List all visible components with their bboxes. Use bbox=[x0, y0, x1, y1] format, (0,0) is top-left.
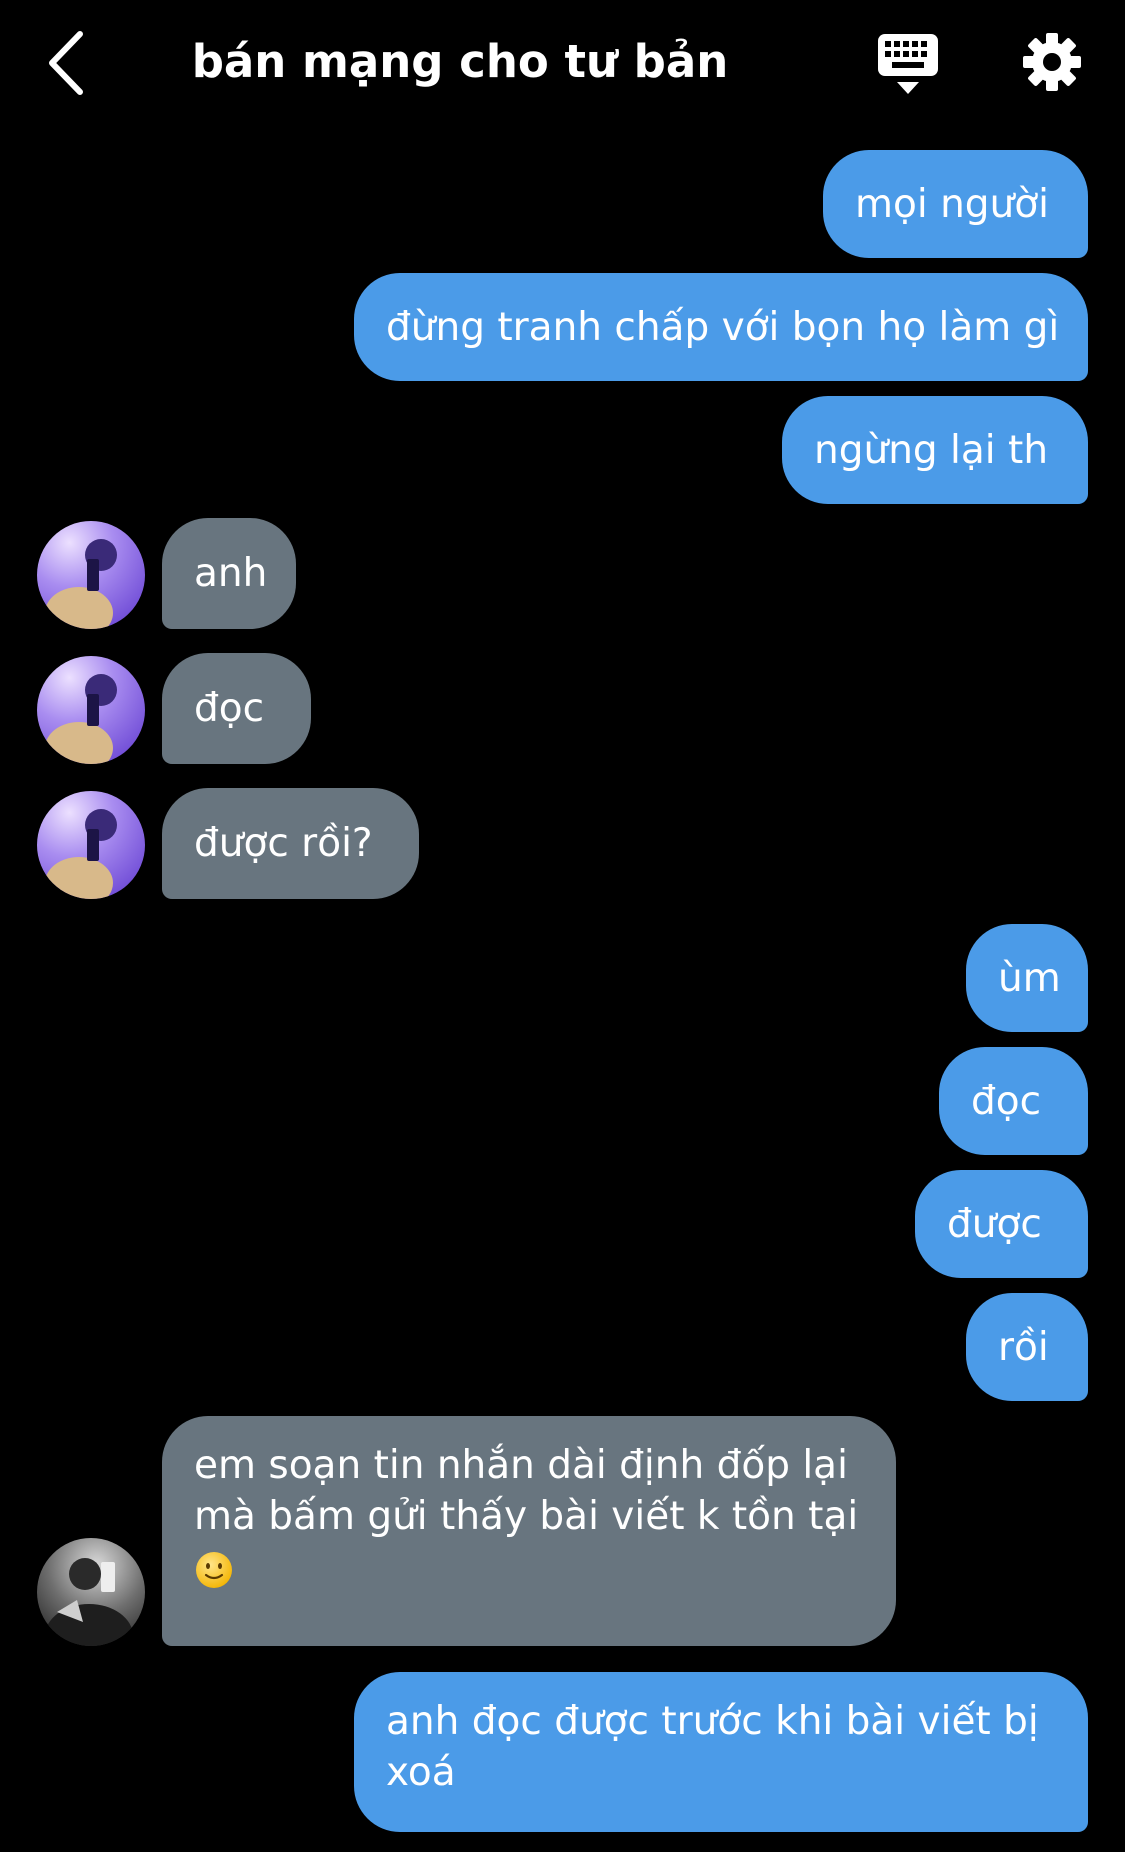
message-text: đọc bbox=[971, 1078, 1042, 1124]
message-text: đọc bbox=[194, 686, 265, 731]
message-bubble-outgoing[interactable]: được bbox=[915, 1170, 1088, 1278]
avatar-image bbox=[37, 1538, 145, 1646]
message-bubble-incoming[interactable]: đọc bbox=[162, 653, 311, 764]
message-bubble-incoming[interactable]: được rồi? bbox=[162, 788, 419, 899]
message-text: anh đọc được trước khi bài viết bị xoá bbox=[386, 1699, 1039, 1795]
message-bubble-outgoing[interactable]: ùm bbox=[966, 924, 1088, 1032]
message-text: ùm bbox=[998, 955, 1061, 1001]
avatar[interactable] bbox=[37, 1538, 145, 1646]
message-bubble-outgoing[interactable]: đọc bbox=[939, 1047, 1088, 1155]
message-bubble-outgoing[interactable]: ngừng lại th bbox=[782, 396, 1088, 504]
message-bubble-outgoing[interactable]: mọi người bbox=[823, 150, 1088, 258]
message-bubble-outgoing[interactable]: đừng tranh chấp với bọn họ làm gì bbox=[354, 273, 1088, 381]
gear-icon bbox=[1023, 33, 1081, 91]
chat-title: bán mạng cho tư bản bbox=[191, 35, 729, 88]
slightly-smiling-face-icon bbox=[196, 1552, 232, 1588]
settings-button[interactable] bbox=[1022, 32, 1082, 92]
avatar-image bbox=[37, 791, 145, 899]
message-bubble-incoming[interactable]: anh bbox=[162, 518, 296, 629]
message-text: được rồi? bbox=[194, 821, 373, 866]
message-bubble-outgoing[interactable]: anh đọc được trước khi bài viết bị xoá bbox=[354, 1672, 1088, 1832]
message-text: mọi người bbox=[855, 181, 1049, 227]
message-text: rồi bbox=[998, 1324, 1049, 1370]
avatar[interactable] bbox=[37, 791, 145, 899]
keyboard-button[interactable] bbox=[876, 30, 940, 98]
back-button[interactable] bbox=[40, 28, 100, 98]
message-text: em soạn tin nhắn dài định đốp lại mà bấm… bbox=[194, 1443, 859, 1539]
avatar-image bbox=[37, 656, 145, 764]
message-text: anh bbox=[194, 551, 268, 596]
message-bubble-incoming[interactable]: em soạn tin nhắn dài định đốp lại mà bấm… bbox=[162, 1416, 896, 1646]
avatar-image bbox=[37, 521, 145, 629]
chat-header: bán mạng cho tư bản bbox=[0, 0, 1125, 128]
message-text: đừng tranh chấp với bọn họ làm gì bbox=[386, 304, 1060, 350]
message-content: em soạn tin nhắn dài định đốp lại mà bấm… bbox=[194, 1440, 864, 1590]
chevron-left-icon bbox=[49, 31, 83, 95]
keyboard-icon bbox=[878, 34, 938, 94]
message-text: ngừng lại th bbox=[814, 427, 1049, 473]
avatar[interactable] bbox=[37, 656, 145, 764]
message-text: được bbox=[947, 1201, 1042, 1247]
message-bubble-outgoing[interactable]: rồi bbox=[966, 1293, 1088, 1401]
avatar[interactable] bbox=[37, 521, 145, 629]
